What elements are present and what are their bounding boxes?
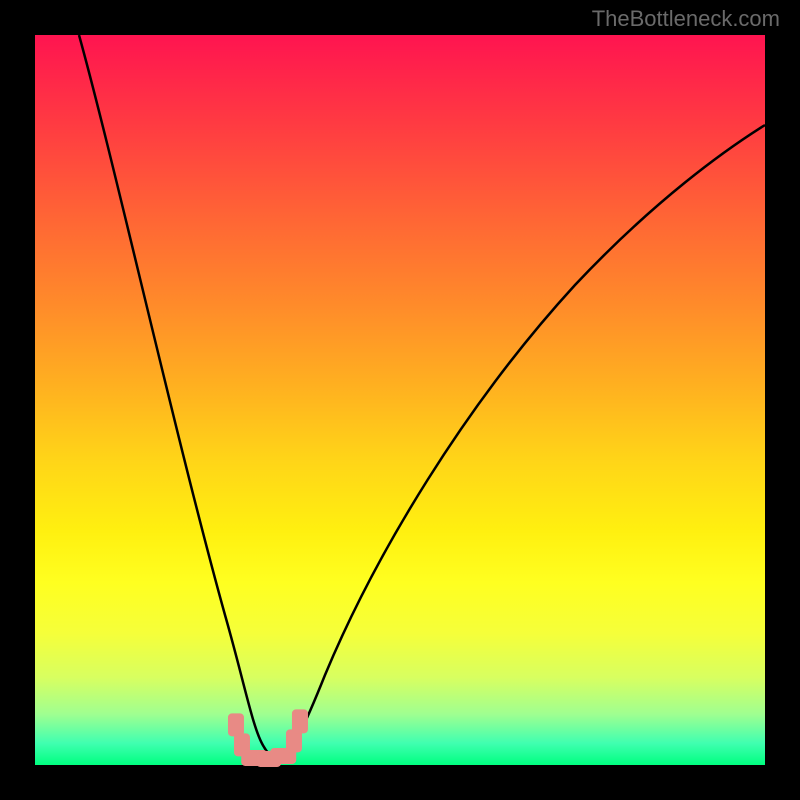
data-marker <box>286 729 302 752</box>
watermark-text: TheBottleneck.com <box>592 6 780 32</box>
marker-group <box>35 35 765 765</box>
chart-plot-area <box>35 35 765 765</box>
data-marker <box>292 710 308 733</box>
